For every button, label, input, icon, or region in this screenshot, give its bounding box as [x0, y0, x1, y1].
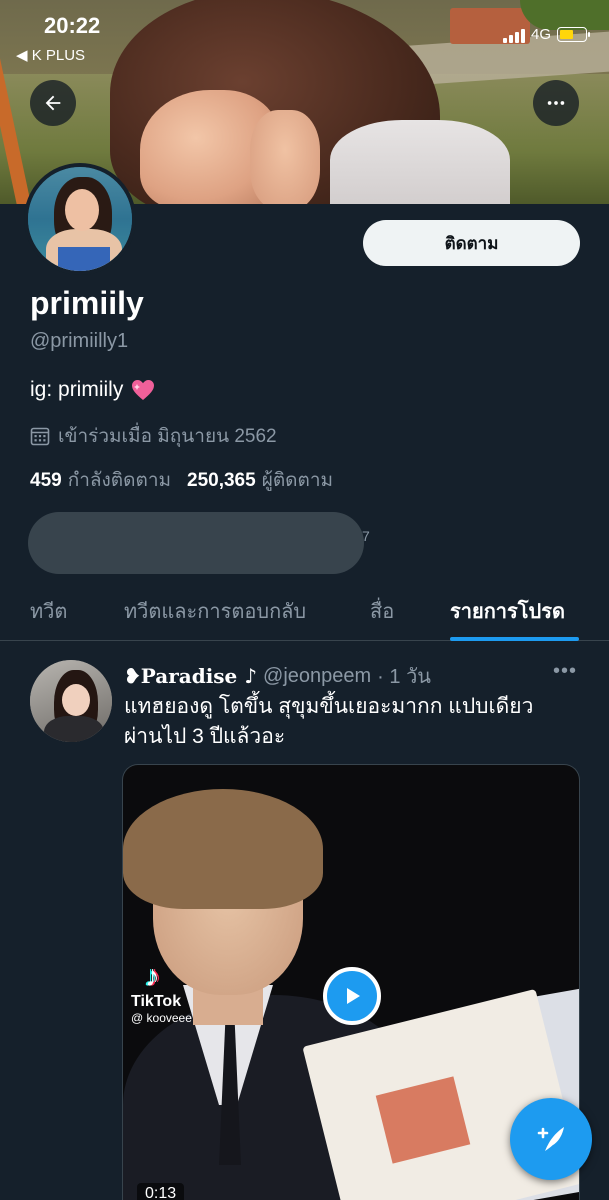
status-time: 20:22: [44, 13, 101, 38]
tab-media[interactable]: สื่อ: [370, 595, 394, 627]
feather-plus-icon: [537, 1127, 564, 1151]
tweet-author-avatar[interactable]: [30, 660, 112, 742]
tweet-time: · 1 วัน: [377, 666, 431, 688]
follow-button[interactable]: ติดตาม: [363, 220, 580, 266]
tweet-text-line: แทฮยองดู โตขึ้น สุขุมขึ้นเยอะมากก แปบเดี…: [124, 695, 534, 718]
tweet-author-name[interactable]: ❥Paradise ♪: [124, 664, 257, 688]
compose-tweet-button[interactable]: [510, 1098, 592, 1180]
play-button[interactable]: [323, 967, 381, 1025]
calendar-icon: [30, 427, 50, 446]
bio-text: ig: primiily: [30, 378, 124, 401]
play-icon: [347, 988, 360, 1004]
tiktok-watermark: ♪ TikTok @ kooveee: [131, 960, 211, 1026]
followers-link[interactable]: 250,365 ผู้ติดตาม: [187, 465, 333, 495]
network-type: 4G: [530, 26, 551, 43]
back-button[interactable]: [30, 80, 76, 126]
sparkling-heart-icon: [132, 380, 155, 400]
tweet-more-icon[interactable]: •••: [553, 660, 577, 683]
followers-label: ผู้ติดตาม: [261, 470, 334, 491]
tiktok-logo-icon: ♪: [145, 960, 160, 993]
profile-display-name: primiily: [30, 285, 144, 321]
profile-avatar[interactable]: [24, 163, 136, 275]
profile-handle: @primiilly1: [30, 330, 129, 352]
profile-bio: ig: primiily: [30, 378, 155, 402]
arrow-left-icon: [45, 95, 61, 111]
banner-shirt: [330, 120, 510, 204]
tiktok-brand: TikTok: [131, 993, 182, 1010]
tiktok-user: @ kooveee: [131, 1011, 192, 1025]
tab-likes[interactable]: รายการโปรด: [450, 595, 565, 627]
tab-tweets[interactable]: ทวีต: [30, 595, 67, 627]
more-options-button[interactable]: [533, 80, 579, 126]
more-horizontal-icon: [547, 101, 565, 105]
follow-counts: 459 กำลังติดตาม 250,365 ผู้ติดตาม: [30, 465, 333, 495]
following-link[interactable]: 459 กำลังติดตาม: [30, 465, 171, 495]
battery-icon: [557, 27, 590, 42]
following-count: 459: [30, 470, 62, 491]
active-tab-indicator: [450, 637, 579, 641]
tweet-author-handle[interactable]: @jeonpeem: [263, 665, 371, 688]
video-duration: 0:13: [137, 1183, 185, 1200]
following-label: กำลังติดตาม: [67, 470, 172, 491]
joined-text: เข้าร่วมเมื่อ มิถุนายน 2562: [58, 426, 277, 447]
tweet-text-line: ผ่านไป 3 ปีแล้วอะ: [124, 725, 286, 748]
banner-hand: [250, 110, 320, 204]
followed-by-suffix: 7: [362, 528, 370, 544]
followed-by-redacted: [28, 512, 364, 574]
joined-date: เข้าร่วมเมื่อ มิถุนายน 2562: [30, 421, 277, 451]
tweet-text: แทฮยองดู โตขึ้น สุขุมขึ้นเยอะมากก แปบเดี…: [124, 692, 584, 752]
tab-tweets-replies[interactable]: ทวีตและการตอบกลับ: [124, 595, 306, 627]
signal-icon: [502, 27, 525, 43]
profile-tabs: ทวีต ทวีตและการตอบกลับ สื่อ รายการโปรด: [0, 585, 609, 641]
tweet-header: ❥Paradise ♪ @jeonpeem · 1 วัน: [124, 660, 431, 692]
followers-count: 250,365: [187, 470, 256, 491]
back-to-app-link[interactable]: ◀ K PLUS: [16, 46, 85, 64]
status-indicators: 4G: [502, 26, 590, 43]
